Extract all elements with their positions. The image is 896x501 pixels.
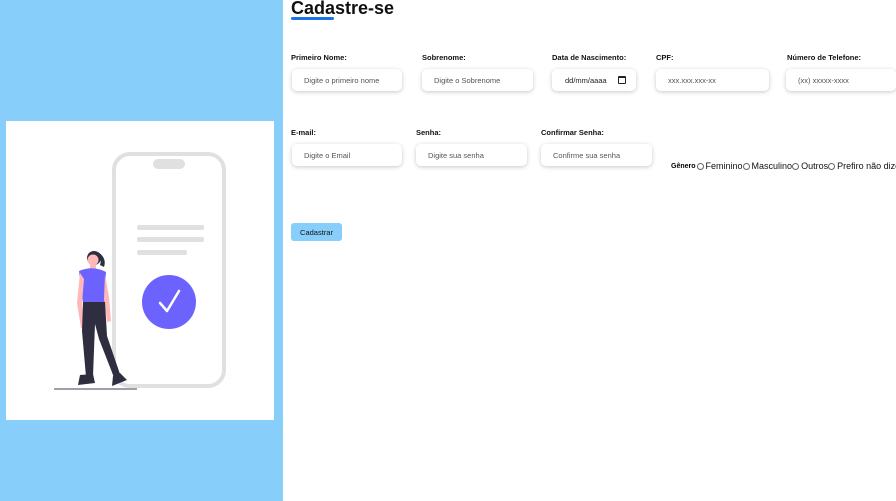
birth-date-label: Data de Nascimento: (552, 53, 627, 62)
radio-feminino-label[interactable]: Feminino (706, 161, 743, 171)
phone-input[interactable] (786, 69, 896, 91)
radio-feminino[interactable] (696, 162, 704, 170)
radio-masculino-label[interactable]: Masculino (752, 161, 793, 171)
birth-date-value: dd/mm/aaaa (565, 75, 607, 85)
gender-label: Gênero (671, 162, 696, 170)
email-input[interactable] (292, 144, 402, 166)
cpf-label: CPF: (656, 53, 674, 62)
birth-date-input[interactable]: dd/mm/aaaa (552, 69, 636, 91)
radio-outros[interactable] (792, 162, 800, 170)
password-input[interactable] (416, 144, 527, 166)
left-panel (0, 0, 283, 501)
phone-mockup-icon (112, 152, 226, 388)
checkmark-icon (142, 275, 196, 329)
cpf-input[interactable] (656, 69, 769, 91)
radio-outros-label[interactable]: Outros (801, 161, 828, 171)
password-label: Senha: (416, 128, 442, 137)
confirm-password-input[interactable] (541, 144, 652, 166)
signup-illustration (54, 152, 226, 390)
title-underline (291, 17, 334, 20)
first-name-label: Primeiro Nome: (291, 53, 347, 62)
illustration-card (6, 121, 274, 420)
phone-label: Número de Telefone: (787, 53, 862, 62)
last-name-label: Sobrenome: (422, 53, 466, 62)
registration-form-panel: Cadastre-se Primeiro Nome: Sobrenome: Da… (283, 0, 896, 501)
radio-prefiro-nao-dizer[interactable] (828, 162, 836, 170)
confirm-password-label: Confirmar Senha: (541, 128, 604, 137)
first-name-input[interactable] (292, 69, 402, 91)
submit-button[interactable]: Cadastrar (291, 223, 342, 241)
gender-radio-group: Gênero Feminino Masculino Outros Prefiro… (671, 161, 896, 171)
last-name-input[interactable] (422, 69, 533, 91)
radio-prefiro-nao-dizer-label[interactable]: Prefiro não dizer (837, 161, 896, 171)
email-label: E-mail: (291, 128, 317, 137)
radio-masculino[interactable] (742, 162, 750, 170)
calendar-icon[interactable] (618, 76, 626, 84)
